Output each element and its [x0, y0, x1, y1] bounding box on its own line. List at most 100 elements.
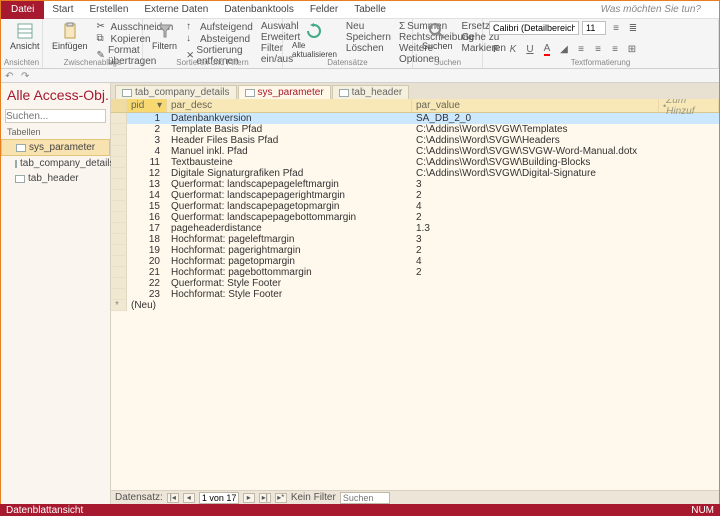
filter-button[interactable]: Filtern [149, 21, 180, 52]
doc-tab-company[interactable]: tab_company_details [115, 85, 237, 99]
next-record-button[interactable]: ▸ [243, 493, 255, 503]
last-record-button[interactable]: ▸| [259, 493, 271, 503]
row-header[interactable] [111, 289, 127, 300]
row-header[interactable] [111, 146, 127, 157]
cell-val[interactable]: C:\Addins\Word\SVGW\Building-Blocks [412, 157, 719, 168]
cell-pid[interactable]: 14 [127, 190, 167, 201]
cell-val[interactable]: 2 [412, 190, 719, 201]
cell-val[interactable]: SA_DB_2_0 [412, 113, 719, 124]
tab-external[interactable]: Externe Daten [136, 2, 216, 17]
doc-tab-header[interactable]: tab_header [332, 85, 410, 99]
cell-desc[interactable]: Manuel inkl. Pfad [167, 146, 412, 157]
cell-pid[interactable]: 22 [127, 278, 167, 289]
nav-item-company-details[interactable]: tab_company_details [1, 156, 110, 171]
cell-desc[interactable]: Template Basis Pfad [167, 124, 412, 135]
col-pid[interactable]: pid ▾ [127, 99, 167, 112]
table-row[interactable]: 13Querformat: landscapepageleftmargin3 [111, 179, 719, 190]
row-header[interactable] [111, 113, 127, 124]
cell-pid[interactable]: 21 [127, 267, 167, 278]
nav-search-input[interactable] [5, 109, 106, 123]
cell-desc[interactable]: Hochformat: Style Footer [167, 289, 412, 300]
cell-val[interactable]: 4 [412, 256, 719, 267]
col-val[interactable]: par_value [412, 99, 659, 112]
new-row[interactable]: (Neu) [111, 300, 719, 311]
table-row[interactable]: 15Querformat: landscapepagetopmargin4 [111, 201, 719, 212]
cell-desc[interactable]: Digitale Signaturgrafiken Pfad [167, 168, 412, 179]
bold-button[interactable]: F [489, 42, 503, 56]
font-size-select[interactable] [582, 21, 606, 35]
cell-desc[interactable]: Querformat: landscapepageleftmargin [167, 179, 412, 190]
table-row[interactable]: 22Querformat: Style Footer [111, 278, 719, 289]
view-button[interactable]: Ansicht [7, 21, 43, 52]
table-row[interactable]: 17pageheaderdistance1.3 [111, 223, 719, 234]
cell-desc[interactable]: Textbausteine [167, 157, 412, 168]
cell-pid[interactable]: 15 [127, 201, 167, 212]
cell-val[interactable]: C:\Addins\Word\SVGW\Templates [412, 124, 719, 135]
first-record-button[interactable]: |◂ [167, 493, 179, 503]
cell-pid[interactable]: 11 [127, 157, 167, 168]
table-row[interactable]: 18Hochformat: pageleftmargin3 [111, 234, 719, 245]
font-select[interactable] [489, 21, 579, 35]
cell-desc[interactable]: Querformat: Style Footer [167, 278, 412, 289]
find-button[interactable]: Suchen [419, 21, 456, 52]
fill-color-button[interactable]: ◢ [557, 42, 571, 56]
nav-section-tables[interactable]: Tabellen [1, 125, 110, 139]
cell-pid[interactable]: 18 [127, 234, 167, 245]
underline-button[interactable]: U [523, 42, 537, 56]
row-header[interactable] [111, 212, 127, 223]
cell-val[interactable] [412, 289, 719, 300]
cell-val[interactable]: 4 [412, 201, 719, 212]
tab-fields[interactable]: Felder [302, 2, 346, 17]
sort-desc-button[interactable]: ↓Absteigend [184, 33, 255, 45]
nav-title[interactable]: Alle Access-Obj... [1, 83, 110, 107]
new-record-nav-button[interactable]: ▸* [275, 493, 287, 503]
cell-desc[interactable]: Header Files Basis Pfad [167, 135, 412, 146]
row-header[interactable] [111, 223, 127, 234]
doc-tab-sysparam[interactable]: sys_parameter [238, 85, 331, 99]
row-header[interactable] [111, 190, 127, 201]
table-row[interactable]: 23Hochformat: Style Footer [111, 289, 719, 300]
tell-me[interactable]: Was möchten Sie tun? [593, 2, 709, 17]
cell-val[interactable]: C:\Addins\Word\SVGW\Digital-Signature [412, 168, 719, 179]
refresh-button[interactable]: Alle aktualisieren [289, 21, 340, 60]
tab-create[interactable]: Erstellen [81, 2, 136, 17]
row-header[interactable] [111, 135, 127, 146]
cell-val[interactable]: 3 [412, 234, 719, 245]
cell-pid[interactable]: 13 [127, 179, 167, 190]
table-row[interactable]: 16Querformat: landscapepagebottommargin2 [111, 212, 719, 223]
cell-desc[interactable]: Querformat: landscapepagetopmargin [167, 201, 412, 212]
cell-pid-new[interactable]: (Neu) [127, 300, 167, 311]
cell-pid[interactable]: 12 [127, 168, 167, 179]
align-left-button[interactable]: ≡ [574, 42, 588, 56]
delete-record-button[interactable]: Löschen [344, 43, 393, 54]
cell-val[interactable]: 1.3 [412, 223, 719, 234]
row-header[interactable] [111, 245, 127, 256]
cell-val[interactable]: C:\Addins\Word\SVGW\SVGW-Word-Manual.dot… [412, 146, 719, 157]
table-row[interactable]: 12Digitale Signaturgrafiken PfadC:\Addin… [111, 168, 719, 179]
cell-val[interactable]: 2 [412, 267, 719, 278]
col-desc[interactable]: par_desc [167, 99, 412, 112]
table-row[interactable]: 4Manuel inkl. PfadC:\Addins\Word\SVGW\SV… [111, 146, 719, 157]
nav-item-header[interactable]: tab_header [1, 171, 110, 186]
numbering-button[interactable]: ≣ [626, 21, 640, 35]
record-position-input[interactable] [199, 492, 239, 504]
table-row[interactable]: 20Hochformat: pagetopmargin4 [111, 256, 719, 267]
cell-desc[interactable]: Hochformat: pagetopmargin [167, 256, 412, 267]
cell-desc[interactable]: Datenbankversion [167, 113, 412, 124]
cell-pid[interactable]: 1 [127, 113, 167, 124]
cell-pid[interactable]: 4 [127, 146, 167, 157]
table-row[interactable]: 21Hochformat: pagebottommargin2 [111, 267, 719, 278]
cell-val[interactable]: 3 [412, 179, 719, 190]
row-header[interactable] [111, 256, 127, 267]
cell-pid[interactable]: 19 [127, 245, 167, 256]
row-header[interactable] [111, 267, 127, 278]
align-center-button[interactable]: ≡ [591, 42, 605, 56]
gridlines-button[interactable]: ⊞ [625, 42, 639, 56]
row-header[interactable] [111, 201, 127, 212]
cell-desc[interactable]: Hochformat: pagerightmargin [167, 245, 412, 256]
table-row[interactable]: 19Hochformat: pagerightmargin2 [111, 245, 719, 256]
cell-pid[interactable]: 3 [127, 135, 167, 146]
new-record-button[interactable]: Neu [344, 21, 393, 32]
cell-pid[interactable]: 23 [127, 289, 167, 300]
row-header[interactable] [111, 124, 127, 135]
